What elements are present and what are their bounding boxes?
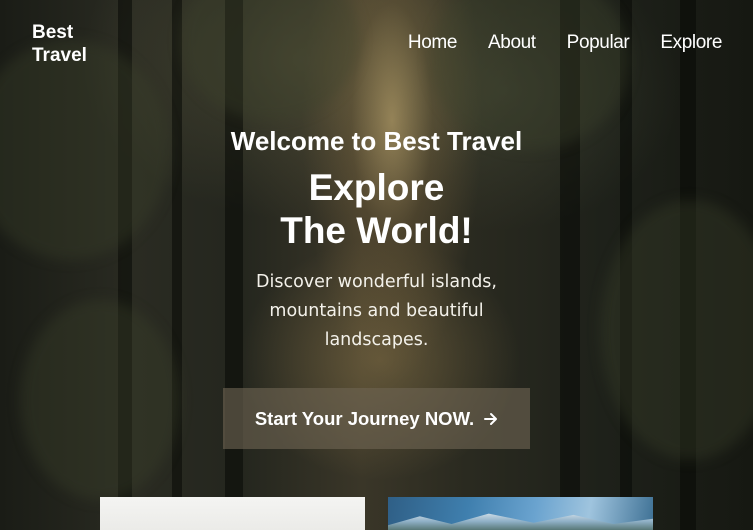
arrow-right-icon xyxy=(484,412,498,425)
destination-card[interactable] xyxy=(388,497,653,530)
hero-section xyxy=(0,0,753,530)
hero-headline-line1: Explore xyxy=(308,167,445,208)
hero-headline: Explore The World! xyxy=(0,166,753,252)
nav-popular[interactable]: Popular xyxy=(567,32,630,54)
mountain-image xyxy=(388,513,653,530)
foliage xyxy=(180,0,360,120)
hero-welcome: Welcome to Best Travel xyxy=(230,126,523,156)
nav-home[interactable]: Home xyxy=(408,32,457,54)
hero-subtext: Discover wonderful islands, mountains an… xyxy=(256,272,497,350)
brand-logo-text[interactable]: Best Travel xyxy=(32,21,112,67)
nav-explore[interactable]: Explore xyxy=(660,32,722,54)
foliage xyxy=(20,300,180,500)
tree-trunk xyxy=(172,0,182,530)
destination-card[interactable] xyxy=(100,497,365,530)
start-journey-button[interactable]: Start Your Journey NOW. xyxy=(223,388,530,449)
nav-about[interactable]: About xyxy=(488,32,536,54)
start-journey-label: Start Your Journey NOW. xyxy=(254,407,475,429)
main-nav: Home About Popular Explore xyxy=(408,32,722,54)
hero-headline-line2: The World! xyxy=(280,210,473,251)
